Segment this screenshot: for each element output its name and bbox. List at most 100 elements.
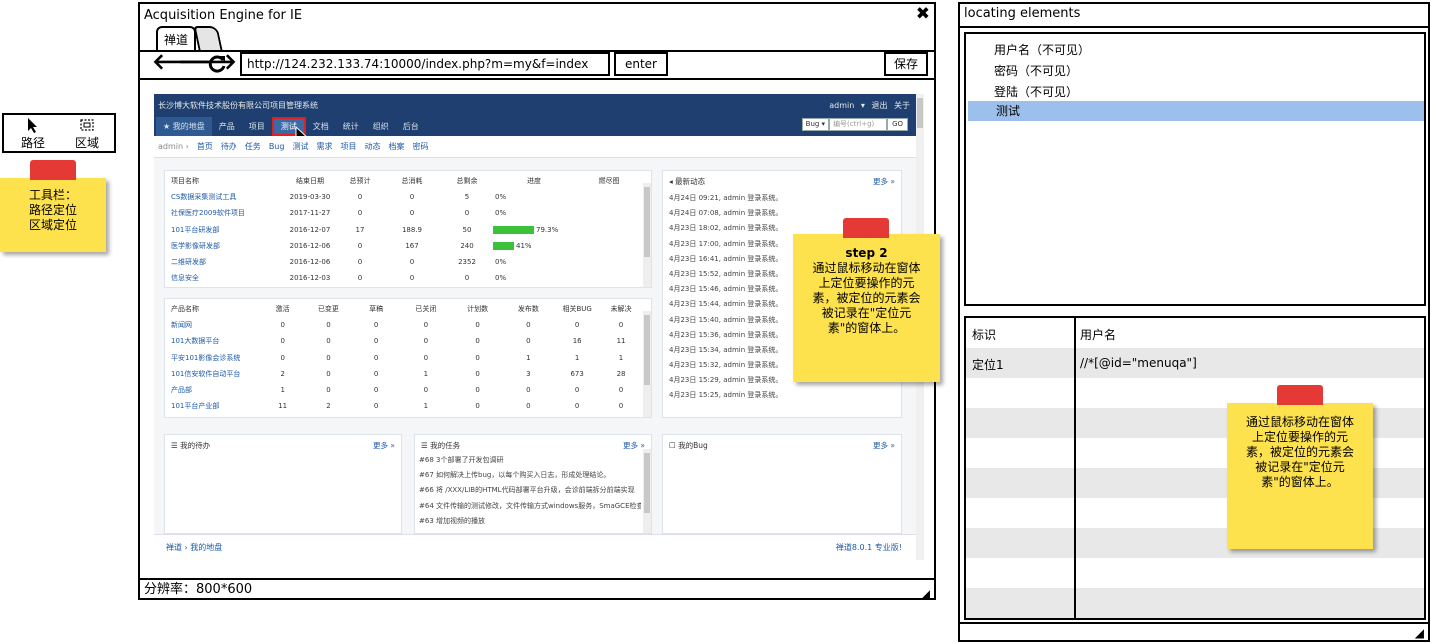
sub-nav-item[interactable]: 测试 bbox=[292, 141, 308, 152]
sub-nav-item[interactable]: 首页 bbox=[197, 141, 213, 152]
table-row bbox=[966, 558, 1424, 588]
element-item[interactable]: 密码（不可见） bbox=[968, 61, 1424, 81]
task-item[interactable]: #63 增加视频的播放 bbox=[419, 514, 641, 529]
sub-nav-item[interactable]: 待办 bbox=[221, 141, 237, 152]
table-row[interactable]: 101平台产业部 11 2 0 1 0 0 0 0 bbox=[169, 398, 641, 414]
new-tab[interactable] bbox=[193, 26, 223, 50]
sub-nav-item[interactable]: 任务 bbox=[245, 141, 261, 152]
nav-tab-home[interactable]: ★ 我的地盘 bbox=[156, 117, 212, 136]
sub-nav-item[interactable]: 需求 bbox=[316, 141, 332, 152]
sub-nav-item[interactable]: 项目 bbox=[340, 141, 356, 152]
feed-item: 4月23日 15:25, admin 登录系统。 bbox=[669, 391, 783, 400]
table-row[interactable]: 信息安全 2016-12-03 0 0 0 0% bbox=[169, 270, 641, 286]
table-cell[interactable]: 新闻网 bbox=[169, 317, 261, 333]
enter-button[interactable]: enter bbox=[614, 52, 668, 76]
table-cell[interactable]: 101信安软件自动平台 bbox=[169, 366, 261, 382]
content-divider bbox=[140, 78, 934, 80]
table-row[interactable]: 医学影像研发部 2016-12-06 0 167 240 41% bbox=[169, 238, 641, 254]
note-line: 路径定位 bbox=[28, 203, 77, 217]
progress-bar bbox=[493, 225, 534, 234]
table-cell[interactable]: 二维研发部 bbox=[169, 254, 281, 270]
nav-tab-org[interactable]: 组织 bbox=[366, 117, 396, 136]
bugs-block: ☐ 我的Bug 更多 » bbox=[662, 434, 902, 534]
sub-nav-item[interactable]: Bug bbox=[269, 142, 285, 151]
nav-tab-stats[interactable]: 统计 bbox=[336, 117, 366, 136]
table-cell[interactable]: 社保医疗2009软件项目 bbox=[169, 205, 281, 221]
table-cell[interactable]: 信息安全 bbox=[169, 270, 281, 286]
search-go-button[interactable]: GO bbox=[887, 118, 908, 131]
element-item-selected[interactable]: 测试 bbox=[968, 101, 1424, 121]
table-cell: 0 bbox=[357, 258, 363, 267]
refresh-icon[interactable] bbox=[206, 53, 228, 80]
sub-nav-item[interactable]: 档案 bbox=[388, 141, 404, 152]
feed-more-link[interactable]: 更多 » bbox=[873, 176, 895, 187]
scrollbar[interactable] bbox=[643, 311, 651, 417]
scrollbar[interactable] bbox=[643, 183, 651, 287]
table-cell[interactable]: 医学影像研发部 bbox=[169, 238, 281, 254]
table-row[interactable]: 101平台研发部 2016-12-07 17 188.9 50 79.3% bbox=[169, 222, 641, 238]
task-item[interactable]: #68 3个部署了开发包调研 bbox=[419, 453, 641, 468]
todo-more-link[interactable]: 更多 » bbox=[373, 440, 395, 451]
table-row[interactable]: 101信安软件自动平台 2 0 0 1 0 3 673 28 bbox=[169, 366, 641, 382]
table-row[interactable]: 二维研发部 2016-12-06 0 0 2352 0% bbox=[169, 254, 641, 270]
nav-tab-project[interactable]: 项目 bbox=[242, 117, 272, 136]
resize-handle-icon[interactable]: ◢ bbox=[1415, 626, 1424, 640]
note-line: 通过鼠标移动在窗体 bbox=[812, 261, 921, 275]
table-row[interactable]: 社保医疗2009软件项目 2017-11-27 0 0 0 0% bbox=[169, 205, 641, 221]
table-cell: 11 bbox=[616, 337, 626, 346]
task-item[interactable]: #64 文件传输的测试修改，文件传输方式windows服务，SmaGCE检查 bbox=[419, 499, 641, 514]
table-cell[interactable]: CS数据采集测试工具 bbox=[169, 189, 281, 205]
table-cell: 0 bbox=[280, 321, 285, 330]
task-list: #68 3个部署了开发包调研 #67 如何解决上传bug，以每个购买入日志，形成处… bbox=[419, 453, 641, 529]
nav-tab-product[interactable]: 产品 bbox=[212, 117, 242, 136]
table-row[interactable]: 101大数据平台 0 0 0 0 0 0 16 11 bbox=[169, 333, 641, 349]
tool-path[interactable]: 路径 bbox=[8, 117, 58, 151]
tool-region[interactable]: 区域 bbox=[62, 117, 112, 151]
table-cell[interactable]: 产品部 bbox=[169, 382, 261, 398]
footer-version[interactable]: 禅道8.0.1 专业版! bbox=[836, 542, 902, 553]
footer-breadcrumb[interactable]: 禅道 › 我的地盘 bbox=[166, 542, 222, 553]
table-cell: 0 bbox=[475, 321, 480, 330]
scrollbar[interactable] bbox=[643, 449, 651, 533]
table-cell: 2017-11-27 bbox=[289, 209, 331, 218]
table-row[interactable]: 产品部 1 0 0 0 0 0 0 0 bbox=[169, 382, 641, 398]
table-cell[interactable]: 101平台研发部 bbox=[169, 222, 281, 238]
row-id: 定位1 bbox=[972, 358, 1004, 372]
progress-label: 0% bbox=[495, 209, 507, 218]
save-button[interactable]: 保存 bbox=[884, 52, 928, 76]
sub-nav-item[interactable]: 密码 bbox=[412, 141, 428, 152]
tasks-more-link[interactable]: 更多 » bbox=[623, 440, 645, 451]
bugs-more-link[interactable]: 更多 » bbox=[873, 440, 895, 451]
table-row[interactable]: CS数据采集测试工具 2019-03-30 0 0 5 0% bbox=[169, 189, 641, 205]
table-cell[interactable]: 101大数据平台 bbox=[169, 333, 261, 349]
table-cell: 1 bbox=[574, 353, 580, 362]
table-row[interactable]: 平安101影像会诊系统 0 0 0 0 0 1 1 1 bbox=[169, 350, 641, 366]
resize-handle-icon[interactable]: ◢ bbox=[921, 584, 930, 604]
table-cell[interactable]: 平安101影像会诊系统 bbox=[169, 350, 261, 366]
note-line: 素"的窗体上。 bbox=[1261, 475, 1339, 489]
user-menu[interactable]: admin ▾ 退出 关于 bbox=[829, 100, 910, 111]
task-item[interactable]: #67 如何解决上传bug，以每个购买入日志，形成处理结论。 bbox=[419, 468, 641, 483]
task-item[interactable]: #66 将 /XXX/LIB的HTML代码部署平台升级，会诊前端拆分前端实现 bbox=[419, 483, 641, 498]
table-row[interactable]: 新闻网 0 0 0 0 0 0 0 0 bbox=[169, 317, 641, 333]
element-item[interactable]: 用户名（不可见） bbox=[968, 40, 1424, 60]
table-cell: 0 bbox=[464, 274, 470, 283]
table-cell: 0 bbox=[464, 209, 470, 218]
nav-tab-admin[interactable]: 后台 bbox=[396, 117, 426, 136]
search-type-select[interactable]: Bug ▾ bbox=[801, 118, 830, 131]
url-input[interactable]: http://124.232.133.74:10000/index.php?m=… bbox=[240, 52, 610, 76]
table-cell: 1 bbox=[526, 353, 531, 362]
progress-label: 0% bbox=[495, 193, 507, 202]
col-header: 总预计 bbox=[349, 177, 371, 186]
search-input[interactable]: 编号(ctrl+g) bbox=[829, 118, 888, 131]
table-cell: 16 bbox=[572, 337, 582, 346]
table-cell: 0 bbox=[373, 386, 379, 395]
close-icon[interactable]: ✖ bbox=[916, 4, 930, 24]
table-cell: 0 bbox=[618, 386, 624, 395]
table-cell[interactable]: 101平台产业部 bbox=[169, 398, 261, 414]
sub-nav-item[interactable]: 动态 bbox=[364, 141, 380, 152]
browser-tab[interactable]: 禅道 bbox=[156, 26, 196, 52]
table-row[interactable]: 定位1 //*[@id="menuqa"] bbox=[966, 348, 1424, 378]
element-item[interactable]: 登陆（不可见） bbox=[968, 82, 1424, 102]
table-cell: 2 bbox=[280, 369, 285, 378]
